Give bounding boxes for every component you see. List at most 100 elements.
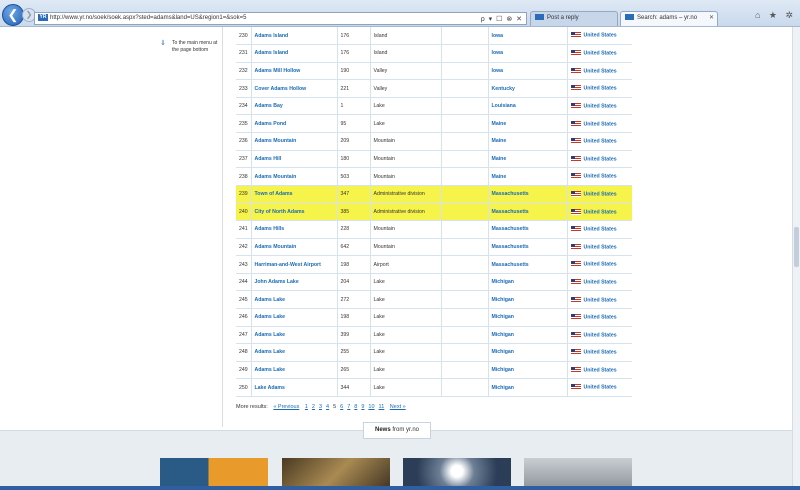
place-name-link[interactable]: Adams Mill Hollow — [251, 62, 338, 81]
pagination-page[interactable]: 4 — [326, 404, 329, 410]
state-link[interactable]: Massachusetts — [488, 255, 568, 274]
country-name[interactable]: United States — [584, 209, 617, 215]
state-link[interactable]: Michigan — [488, 343, 568, 362]
state-link[interactable]: Iowa — [488, 62, 568, 81]
address-actions[interactable]: ρ ▾ ☐ ⊗ ✕ — [481, 14, 523, 25]
country-name[interactable]: United States — [584, 385, 617, 391]
state-link[interactable]: Michigan — [488, 326, 568, 345]
country-name[interactable]: United States — [584, 262, 617, 268]
country-link[interactable]: United States — [567, 238, 632, 257]
tab-search-adams[interactable]: Search: adams – yr.no ✕ — [620, 11, 718, 26]
state-link[interactable]: Maine — [488, 132, 568, 151]
place-name-link[interactable]: Adams Lake — [251, 343, 338, 362]
country-link[interactable]: United States — [567, 220, 632, 239]
country-link[interactable]: United States — [567, 255, 632, 274]
country-name[interactable]: United States — [584, 68, 617, 74]
country-name[interactable]: United States — [584, 314, 617, 320]
browser-right-icons[interactable]: ⌂ ★ ✲ — [755, 10, 796, 21]
pagination-page[interactable]: 3 — [319, 404, 322, 410]
state-link[interactable]: Massachusetts — [488, 202, 568, 222]
pagination-page[interactable]: 8 — [354, 404, 357, 410]
place-name-link[interactable]: Adams Island — [251, 27, 338, 46]
country-name[interactable]: United States — [584, 350, 617, 356]
scrollbar-thumb[interactable] — [794, 227, 799, 267]
country-link[interactable]: United States — [567, 44, 632, 63]
place-name-link[interactable]: Adams Lake — [251, 308, 338, 327]
country-name[interactable]: United States — [584, 191, 617, 197]
place-name-link[interactable]: Adams Hills — [251, 220, 338, 239]
state-link[interactable]: Massachusetts — [488, 220, 568, 239]
tab-post-a-reply[interactable]: Post a reply — [530, 11, 618, 26]
country-name[interactable]: United States — [584, 121, 617, 127]
country-link[interactable]: United States — [567, 62, 632, 81]
country-name[interactable]: United States — [584, 279, 617, 285]
country-name[interactable]: United States — [584, 103, 617, 109]
state-link[interactable]: Massachusetts — [488, 185, 568, 204]
country-link[interactable]: United States — [567, 27, 632, 46]
country-name[interactable]: United States — [584, 244, 617, 250]
state-link[interactable]: Iowa — [488, 44, 568, 63]
country-link[interactable]: United States — [567, 79, 632, 98]
pagination-page[interactable]: 7 — [347, 404, 350, 410]
state-link[interactable]: Maine — [488, 167, 568, 186]
state-link[interactable]: Michigan — [488, 378, 568, 397]
vertical-scrollbar[interactable] — [792, 27, 800, 486]
state-link[interactable]: Maine — [488, 114, 568, 134]
country-link[interactable]: United States — [567, 273, 632, 292]
country-link[interactable]: United States — [567, 343, 632, 362]
state-link[interactable]: Maine — [488, 150, 568, 169]
state-link[interactable]: Michigan — [488, 290, 568, 309]
place-name-link[interactable]: Adams Lake — [251, 361, 338, 380]
country-link[interactable]: United States — [567, 308, 632, 327]
place-name-link[interactable]: Adams Mountain — [251, 132, 338, 151]
pagination-next[interactable]: Next » — [390, 404, 406, 410]
place-name-link[interactable]: Adams Mountain — [251, 238, 338, 257]
country-name[interactable]: United States — [584, 227, 617, 233]
place-name-link[interactable]: Lake Adams — [251, 378, 338, 397]
country-name[interactable]: United States — [584, 33, 617, 39]
state-link[interactable]: Massachusetts — [488, 238, 568, 257]
country-name[interactable]: United States — [584, 139, 617, 145]
place-name-link[interactable]: Adams Island — [251, 44, 338, 63]
place-name-link[interactable]: Adams Lake — [251, 290, 338, 309]
state-link[interactable]: Michigan — [488, 273, 568, 292]
main-menu-link[interactable]: ⇓ To the main menu at the page bottom — [160, 40, 224, 54]
tab-close-icon[interactable]: ✕ — [709, 12, 714, 25]
country-link[interactable]: United States — [567, 202, 632, 222]
state-link[interactable]: Michigan — [488, 361, 568, 380]
pagination-page[interactable]: 9 — [361, 404, 364, 410]
state-link[interactable]: Louisiana — [488, 97, 568, 116]
place-name-link[interactable]: Adams Bay — [251, 97, 338, 116]
address-url[interactable]: http://www.yr.no/soek/soek.aspx?sted=ada… — [50, 15, 246, 21]
country-name[interactable]: United States — [584, 297, 617, 303]
country-link[interactable]: United States — [567, 114, 632, 134]
pagination-page[interactable]: 10 — [368, 404, 374, 410]
country-link[interactable]: United States — [567, 378, 632, 397]
state-link[interactable]: Kentucky — [488, 79, 568, 98]
country-name[interactable]: United States — [584, 156, 617, 162]
country-link[interactable]: United States — [567, 290, 632, 309]
place-name-link[interactable]: Harriman-and-West Airport — [251, 255, 338, 274]
country-link[interactable]: United States — [567, 150, 632, 169]
country-link[interactable]: United States — [567, 167, 632, 186]
place-name-link[interactable]: Adams Hill — [251, 150, 338, 169]
pagination-page[interactable]: 6 — [340, 404, 343, 410]
place-name-link[interactable]: City of North Adams — [251, 202, 338, 222]
state-link[interactable]: Iowa — [488, 27, 568, 46]
country-name[interactable]: United States — [584, 332, 617, 338]
country-name[interactable]: United States — [584, 51, 617, 57]
state-link[interactable]: Michigan — [488, 308, 568, 327]
place-name-link[interactable]: Adams Pond — [251, 114, 338, 134]
country-name[interactable]: United States — [584, 174, 617, 180]
back-button[interactable]: ❮ — [2, 4, 24, 26]
address-bar[interactable]: YR http://www.yr.no/soek/soek.aspx?sted=a… — [34, 12, 527, 25]
pagination-page[interactable]: 2 — [312, 404, 315, 410]
place-name-link[interactable]: Adams Mountain — [251, 167, 338, 186]
place-name-link[interactable]: John Adams Lake — [251, 273, 338, 292]
country-link[interactable]: United States — [567, 326, 632, 345]
pagination-page[interactable]: 1 — [305, 404, 308, 410]
pagination-previous[interactable]: « Previous — [273, 404, 299, 410]
pagination-page[interactable]: 11 — [379, 404, 385, 410]
country-name[interactable]: United States — [584, 86, 617, 92]
country-link[interactable]: United States — [567, 185, 632, 204]
